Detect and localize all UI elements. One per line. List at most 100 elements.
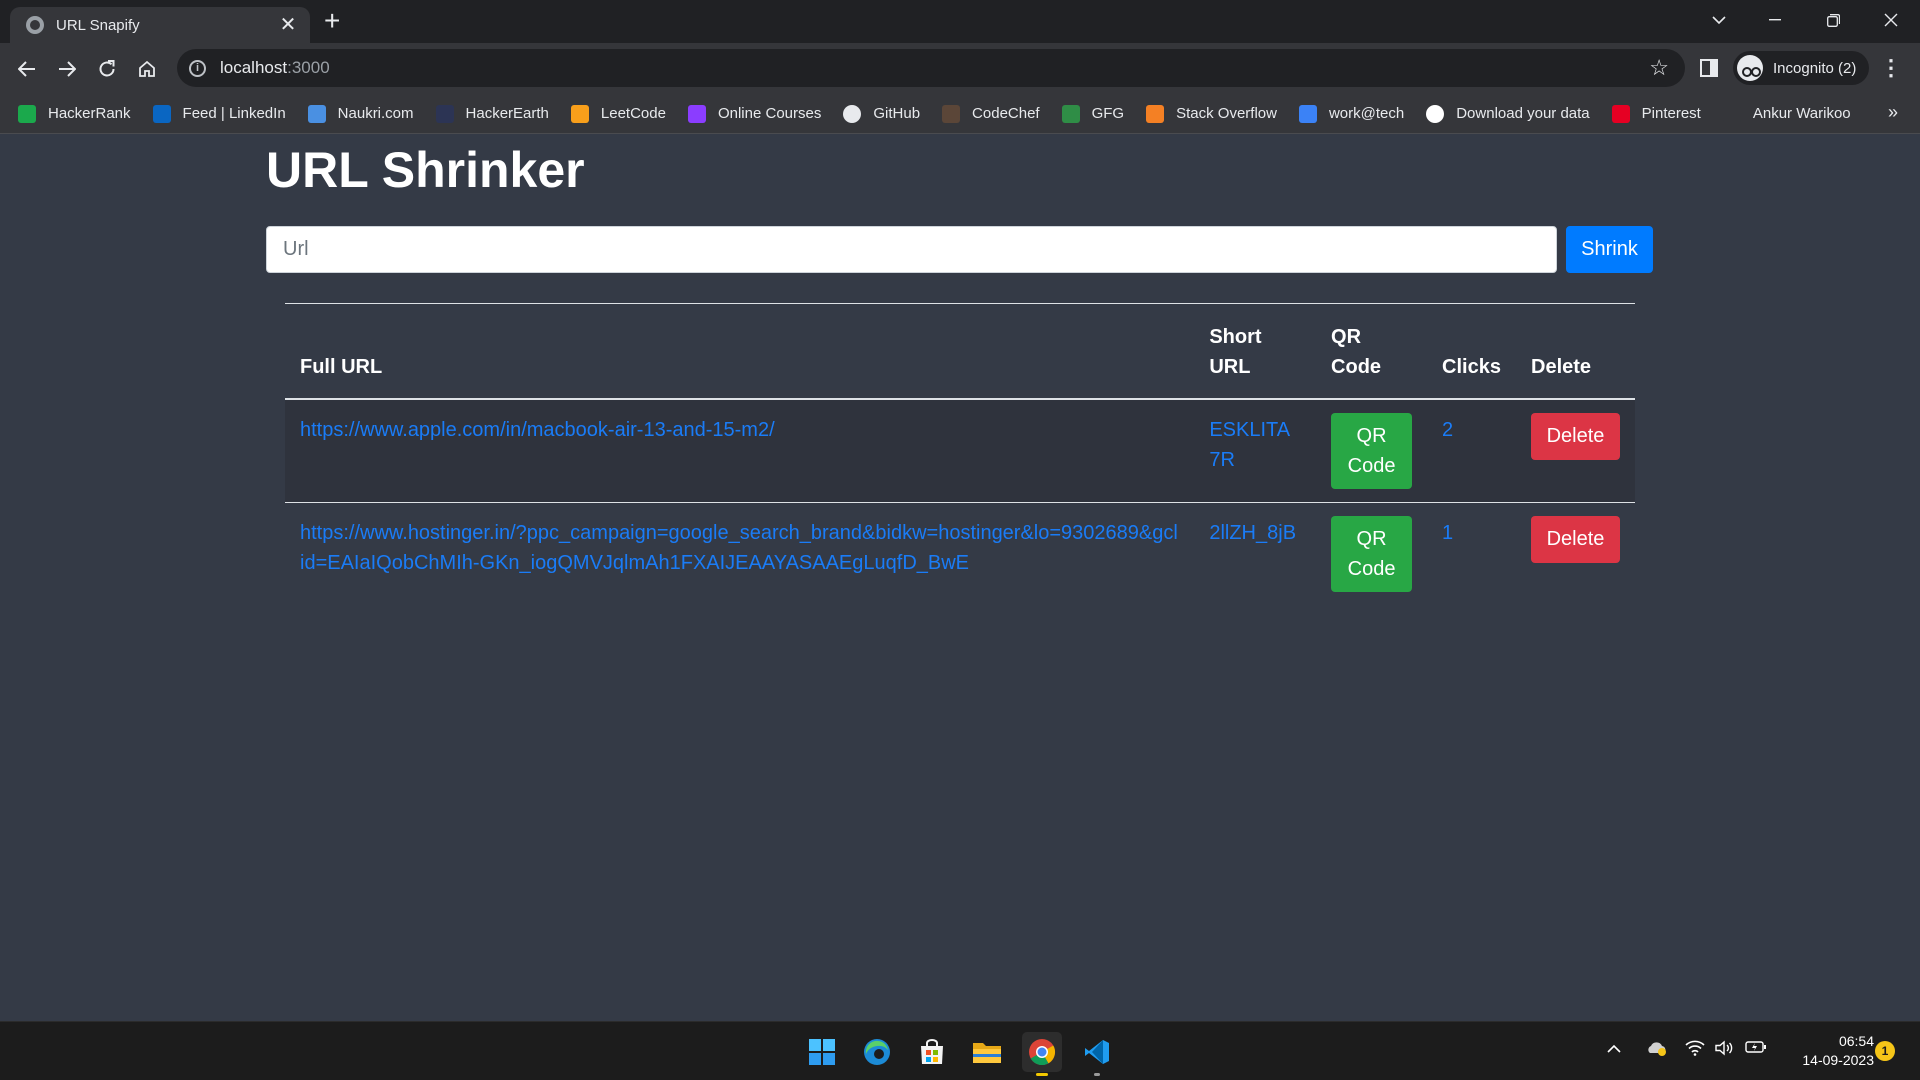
bookmark-favicon-icon [1146, 104, 1165, 123]
bookmark-favicon-icon [1426, 104, 1445, 123]
bookmark-item[interactable]: work@tech [1298, 104, 1404, 123]
bookmark-favicon-icon [687, 104, 706, 123]
bookmark-favicon-icon [435, 104, 454, 123]
short-url-link[interactable]: ESKLITA7R [1209, 419, 1290, 471]
wifi-icon[interactable] [1685, 1040, 1705, 1061]
volume-icon[interactable] [1714, 1040, 1734, 1061]
page-content: URL Shrinker Shrink Full URL Short URL Q… [0, 135, 1920, 1021]
forward-icon[interactable] [51, 53, 83, 85]
tab-close-icon[interactable]: ✕ [278, 15, 298, 35]
home-icon[interactable] [131, 53, 163, 85]
bookmark-label: GitHub [873, 105, 921, 122]
site-info-icon[interactable]: i [189, 59, 206, 77]
back-icon[interactable] [11, 53, 43, 85]
bookmark-item[interactable]: Stack Overflow [1146, 104, 1277, 123]
incognito-label: Incognito (2) [1773, 59, 1857, 77]
delete-button[interactable]: Delete [1531, 413, 1620, 460]
table-row: https://www.apple.com/in/macbook-air-13-… [285, 399, 1635, 503]
globe-icon [26, 16, 44, 34]
chrome-icon[interactable] [1022, 1032, 1062, 1076]
bookmarks-bar: HackerRank Feed | LinkedIn Naukri.com Hacke… [0, 94, 1920, 134]
bookmark-star-icon[interactable]: ☆ [1649, 55, 1669, 81]
taskbar: 06:54 14-09-2023 1 [0, 1021, 1920, 1080]
header-clicks: Clicks [1427, 303, 1516, 400]
bookmark-item[interactable]: LeetCode [570, 104, 666, 123]
bookmark-item[interactable]: Download your data [1426, 104, 1590, 123]
system-clock[interactable]: 06:54 14-09-2023 [1782, 1032, 1874, 1070]
full-url-cell: https://www.apple.com/in/macbook-air-13-… [285, 399, 1195, 503]
page-title: URL Shrinker [266, 142, 585, 198]
clock-time: 06:54 [1838, 1033, 1874, 1049]
bookmark-favicon-icon [1298, 104, 1317, 123]
incognito-profile-button[interactable]: Incognito (2) [1733, 51, 1869, 85]
delete-cell: Delete [1516, 399, 1635, 503]
bookmarks-more-icon[interactable]: » [1888, 102, 1898, 123]
delete-cell: Delete [1516, 503, 1635, 606]
shrink-button[interactable]: Shrink [1566, 226, 1653, 273]
bookmark-favicon-icon [152, 104, 171, 123]
show-hidden-icons-chevron-icon[interactable] [1607, 1040, 1621, 1058]
bookmark-item[interactable]: Online Courses [687, 104, 821, 123]
header-delete: Delete [1516, 303, 1635, 400]
full-url-link[interactable]: https://www.hostinger.in/?ppc_campaign=g… [300, 522, 1178, 574]
battery-icon[interactable] [1745, 1040, 1767, 1059]
qr-code-button[interactable]: QR Code [1331, 516, 1413, 592]
more-menu-icon[interactable]: ⋮ [1880, 55, 1902, 81]
onedrive-icon[interactable] [1646, 1040, 1668, 1061]
bookmark-favicon-icon [1722, 104, 1741, 123]
bookmark-item[interactable]: Feed | LinkedIn [152, 104, 286, 123]
bookmark-item[interactable]: HackerRank [18, 104, 131, 123]
vscode-icon[interactable] [1077, 1032, 1117, 1076]
bookmark-favicon-icon [570, 104, 589, 123]
url-host: localhost [220, 58, 288, 77]
microsoft-store-icon[interactable] [912, 1032, 952, 1072]
bookmark-item[interactable]: HackerEarth [435, 104, 549, 123]
browser-tab[interactable]: URL Snapify ✕ [10, 7, 310, 43]
bookmark-item[interactable]: Ankur Warikoo [1722, 104, 1851, 123]
url-port: :3000 [287, 58, 330, 77]
new-tab-button[interactable]: + [324, 7, 340, 35]
bookmark-label: CodeChef [972, 105, 1040, 122]
header-short-url: Short URL [1194, 303, 1317, 400]
notification-badge[interactable]: 1 [1875, 1041, 1895, 1061]
file-explorer-icon[interactable] [967, 1032, 1007, 1072]
short-url-link[interactable]: 2llZH_8jB [1209, 522, 1296, 544]
bookmark-item[interactable]: CodeChef [942, 104, 1040, 123]
bookmark-label: Download your data [1456, 105, 1590, 122]
start-windows-icon[interactable] [802, 1032, 842, 1072]
reload-icon[interactable] [91, 53, 123, 85]
urls-table: Full URL Short URL QR Code Clicks Delete… [285, 303, 1635, 605]
table-header-row: Full URL Short URL QR Code Clicks Delete [285, 303, 1635, 400]
delete-button[interactable]: Delete [1531, 516, 1620, 563]
edge-icon[interactable] [857, 1032, 897, 1072]
address-bar[interactable]: i localhost :3000 ☆ [177, 49, 1685, 87]
bookmark-favicon-icon [18, 104, 36, 123]
full-url-link[interactable]: https://www.apple.com/in/macbook-air-13-… [300, 419, 775, 441]
qr-code-button[interactable]: QR Code [1331, 413, 1413, 489]
minimize-icon[interactable] [1752, 4, 1798, 36]
close-window-icon[interactable] [1868, 4, 1914, 36]
short-url-cell: 2llZH_8jB [1194, 503, 1316, 606]
short-url-cell: ESKLITA7R [1194, 399, 1317, 503]
bookmark-item[interactable]: GFG [1061, 104, 1124, 123]
side-panel-icon[interactable] [1700, 59, 1718, 77]
clicks-cell: 1 [1427, 503, 1516, 606]
full-url-cell: https://www.hostinger.in/?ppc_campaign=g… [285, 503, 1194, 606]
bookmark-item[interactable]: GitHub [843, 104, 921, 123]
bookmark-item[interactable]: Naukri.com [307, 104, 414, 123]
incognito-icon [1737, 55, 1763, 81]
bookmark-label: Naukri.com [337, 105, 414, 122]
bookmark-label: Feed | LinkedIn [182, 105, 286, 122]
tab-search-icon[interactable] [1696, 4, 1742, 36]
browser-toolbar: i localhost :3000 ☆ Incognito (2) ⋮ [0, 43, 1920, 94]
bookmark-favicon-icon [1061, 104, 1080, 123]
bookmark-favicon-icon [843, 104, 862, 123]
bookmark-favicon-icon [1611, 104, 1630, 123]
qr-code-cell: QR Code [1316, 399, 1428, 503]
restore-icon[interactable] [1810, 4, 1856, 36]
bookmark-item[interactable]: Pinterest [1611, 104, 1701, 123]
clicks-count: 1 [1442, 522, 1454, 544]
url-input[interactable] [266, 226, 1557, 273]
tab-title: URL Snapify [56, 16, 140, 34]
vscode-running-indicator [1094, 1073, 1100, 1076]
